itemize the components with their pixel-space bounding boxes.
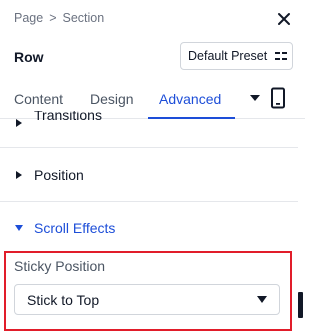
breadcrumb: Page > Section	[14, 11, 104, 25]
divider	[0, 201, 298, 202]
sticky-position-select[interactable]: Stick to Top	[14, 284, 280, 315]
breadcrumb-section[interactable]: Section	[63, 11, 105, 25]
caret-down-icon	[15, 225, 23, 231]
settings-panel: Page > Section Row Default Preset Conten…	[0, 0, 305, 332]
section-scroll-effects[interactable]: Scroll Effects	[0, 211, 305, 245]
section-transitions[interactable]: Transitions	[0, 111, 305, 133]
preset-menu-icon	[275, 52, 287, 60]
breadcrumb-page[interactable]: Page	[14, 11, 43, 25]
preset-label: Default Preset	[188, 49, 268, 63]
divider	[0, 147, 298, 148]
breadcrumb-separator: >	[49, 11, 57, 25]
select-value: Stick to Top	[27, 291, 100, 308]
close-icon	[278, 13, 290, 25]
section-label: Position	[34, 167, 84, 183]
caret-right-icon	[16, 119, 22, 127]
caret-down-icon[interactable]	[249, 92, 261, 104]
section-position[interactable]: Position	[0, 158, 305, 192]
caret-down-icon	[257, 296, 267, 303]
mobile-device-icon[interactable]	[270, 87, 286, 109]
scrollbar[interactable]	[298, 292, 303, 318]
section-label: Transitions	[34, 111, 102, 123]
caret-right-icon	[16, 171, 22, 179]
section-label: Scroll Effects	[34, 220, 116, 236]
close-button[interactable]	[273, 8, 295, 30]
default-preset-button[interactable]: Default Preset	[180, 42, 293, 70]
row-title: Row	[14, 49, 44, 65]
sticky-position-label: Sticky Position	[14, 258, 106, 274]
